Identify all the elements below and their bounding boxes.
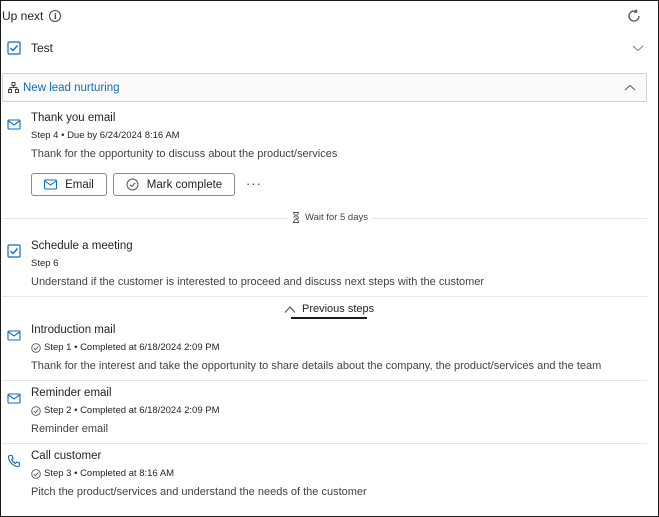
check-circle-icon	[126, 178, 139, 191]
email-button-label: Email	[65, 178, 94, 191]
step-meta: Step 4 • Due by 6/24/2024 8:16 AM	[31, 130, 180, 141]
mail-icon	[44, 179, 58, 190]
mail-icon	[7, 119, 21, 130]
divider	[2, 380, 647, 381]
step-description: Pitch the product/services and understan…	[31, 486, 367, 498]
mail-icon	[7, 330, 21, 341]
previous-steps-underline	[291, 317, 367, 319]
wait-label: Wait for 5 days	[305, 212, 369, 223]
phone-icon	[7, 454, 21, 468]
previous-steps-label: Previous steps	[302, 303, 375, 315]
step-meta: Step 6	[31, 258, 59, 269]
step-description: Thank for the opportunity to discuss abo…	[31, 148, 338, 160]
chevron-up-icon	[284, 305, 296, 313]
step-title: Reminder email	[31, 387, 112, 399]
step-meta: Step 1 • Completed at 6/18/2024 2:09 PM	[31, 342, 220, 353]
test-item-label: Test	[31, 41, 54, 55]
mail-icon	[7, 393, 21, 404]
step-title: Schedule a meeting	[31, 240, 133, 252]
step-meta-text: Step 1 • Completed at 6/18/2024 2:09 PM	[44, 342, 220, 353]
more-options-button[interactable]: ···	[246, 176, 262, 191]
mark-complete-button[interactable]: Mark complete	[113, 173, 235, 196]
step-description: Understand if the customer is interested…	[31, 276, 485, 288]
panel-title: Up next	[2, 9, 44, 23]
step-title: Introduction mail	[31, 324, 116, 336]
info-icon[interactable]: i	[49, 10, 62, 22]
step-title: Thank you email	[31, 112, 116, 124]
hierarchy-icon	[8, 82, 19, 93]
step-description: Thank for the interest and take the oppo…	[31, 360, 602, 372]
hourglass-icon	[293, 212, 299, 223]
test-item[interactable]: Test	[7, 41, 53, 55]
sequence-header[interactable]: New lead nurturing	[2, 73, 647, 102]
step-title: Call customer	[31, 450, 102, 462]
check-circle-icon	[31, 468, 41, 479]
step-meta-text: Step 2 • Completed at 6/18/2024 2:09 PM	[44, 405, 220, 416]
mark-complete-label: Mark complete	[146, 178, 223, 191]
refresh-icon[interactable]	[626, 8, 642, 24]
divider	[2, 443, 647, 444]
checkbox-task-icon	[7, 244, 21, 258]
sequence-name-link[interactable]: New lead nurturing	[23, 82, 120, 94]
check-circle-icon	[31, 342, 41, 353]
step-meta-text: Step 3 • Completed at 8:16 AM	[44, 468, 175, 479]
chevron-up-icon[interactable]	[624, 83, 636, 93]
chevron-down-icon[interactable]	[632, 43, 644, 53]
email-button[interactable]: Email	[31, 173, 107, 196]
wait-indicator: Wait for 5 days	[288, 212, 373, 223]
step-meta: Step 3 • Completed at 8:16 AM	[31, 468, 174, 479]
panel-header: Up next i	[2, 9, 62, 23]
up-next-panel: Up next i Test New lead nurturing Thank …	[0, 0, 659, 517]
checkbox-task-icon	[7, 41, 21, 55]
step-description: Reminder email	[31, 423, 109, 435]
check-circle-icon	[31, 405, 41, 416]
step-meta: Step 2 • Completed at 6/18/2024 2:09 PM	[31, 405, 220, 416]
previous-steps-toggle[interactable]: Previous steps	[284, 303, 374, 315]
divider	[2, 296, 647, 297]
